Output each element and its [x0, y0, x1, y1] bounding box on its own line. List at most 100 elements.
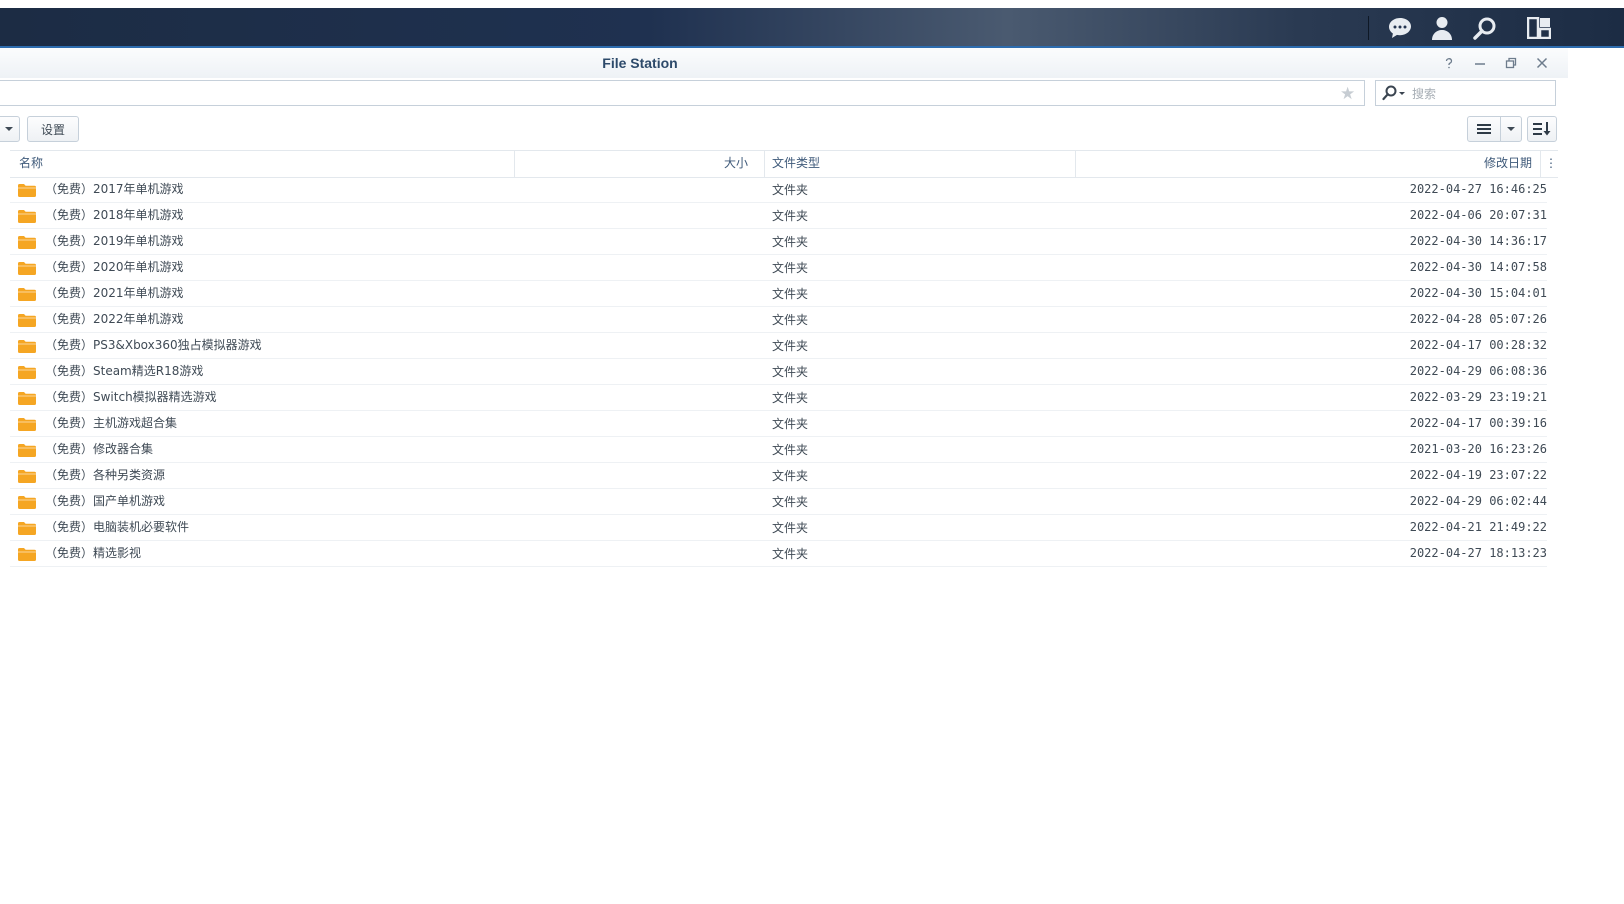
restore-icon[interactable] — [1502, 54, 1520, 72]
search-icon[interactable] — [1472, 15, 1498, 41]
path-bar[interactable] — [0, 80, 1365, 106]
taskbar-divider — [1368, 16, 1369, 40]
view-dropdown-button[interactable] — [1500, 116, 1522, 142]
file-type: 文件夹 — [772, 235, 809, 249]
file-modified: 2022-04-27 16:46:25 — [1409, 182, 1547, 196]
folder-icon — [18, 364, 36, 383]
file-modified: 2022-04-27 18:13:23 — [1409, 546, 1547, 560]
folder-icon — [18, 312, 36, 331]
file-type: 文件夹 — [772, 469, 809, 483]
file-type: 文件夹 — [772, 209, 809, 223]
column-header-size[interactable]: 大小 — [724, 151, 748, 177]
file-name: （免费）2022年单机游戏 — [45, 312, 184, 326]
file-modified: 2022-04-06 20:07:31 — [1409, 208, 1547, 222]
file-name: （免费）2020年单机游戏 — [45, 260, 184, 274]
file-type: 文件夹 — [772, 521, 809, 535]
search-box[interactable] — [1375, 80, 1556, 106]
file-type: 文件夹 — [772, 417, 809, 431]
file-modified: 2022-04-28 05:07:26 — [1409, 312, 1547, 326]
folder-icon — [18, 468, 36, 487]
table-row[interactable]: （免费）精选影视 文件夹 2022-04-27 18:13:23 — [10, 541, 1547, 567]
file-name: （免费）各种另类资源 — [45, 468, 166, 482]
file-modified: 2022-04-17 00:39:16 — [1409, 416, 1547, 430]
file-type: 文件夹 — [772, 495, 809, 509]
file-modified: 2022-04-30 15:04:01 — [1409, 286, 1547, 300]
table-row[interactable]: （免费）Steam精选R18游戏 文件夹 2022-04-29 06:08:36 — [10, 359, 1547, 385]
chat-icon[interactable] — [1387, 15, 1413, 41]
search-input[interactable] — [1410, 83, 1554, 105]
file-type: 文件夹 — [772, 547, 809, 561]
table-row[interactable]: （免费）2020年单机游戏 文件夹 2022-04-30 14:07:58 — [10, 255, 1547, 281]
user-icon[interactable] — [1429, 15, 1455, 41]
table-row[interactable]: （免费）2022年单机游戏 文件夹 2022-04-28 05:07:26 — [10, 307, 1547, 333]
file-name: （免费）PS3&Xbox360独占模拟器游戏 — [45, 338, 262, 352]
file-modified: 2022-04-30 14:36:17 — [1409, 234, 1547, 248]
table-row[interactable]: （免费）国产单机游戏 文件夹 2022-04-29 06:02:44 — [10, 489, 1547, 515]
favorite-star-icon[interactable]: ★ — [1340, 84, 1355, 104]
help-icon[interactable] — [1440, 54, 1458, 72]
table-row[interactable]: （免费）修改器合集 文件夹 2021-03-20 16:23:26 — [10, 437, 1547, 463]
file-type: 文件夹 — [772, 339, 809, 353]
folder-icon — [18, 286, 36, 305]
table-row[interactable]: （免费）2017年单机游戏 文件夹 2022-04-27 16:46:25 — [10, 177, 1547, 203]
file-modified: 2022-04-21 21:49:22 — [1409, 520, 1547, 534]
file-modified: 2022-04-29 06:02:44 — [1409, 494, 1547, 508]
sort-icon — [1533, 122, 1551, 136]
table-row[interactable]: （免费）电脑装机必要软件 文件夹 2022-04-21 21:49:22 — [10, 515, 1547, 541]
file-name: （免费）Switch模拟器精选游戏 — [45, 390, 217, 404]
minimize-icon[interactable] — [1471, 54, 1489, 72]
table-row[interactable]: （免费）2018年单机游戏 文件夹 2022-04-06 20:07:31 — [10, 203, 1547, 229]
table-row[interactable]: （免费）PS3&Xbox360独占模拟器游戏 文件夹 2022-04-17 00:2… — [10, 333, 1547, 359]
close-icon[interactable] — [1533, 54, 1551, 72]
folder-icon — [18, 182, 36, 201]
table-row[interactable]: （免费）各种另类资源 文件夹 2022-04-19 23:07:22 — [10, 463, 1547, 489]
file-type: 文件夹 — [772, 391, 809, 405]
folder-icon — [18, 520, 36, 539]
column-divider[interactable] — [1075, 151, 1076, 177]
folder-icon — [18, 416, 36, 435]
file-type: 文件夹 — [772, 261, 809, 275]
column-menu-icon[interactable]: ⋮ — [1545, 151, 1557, 177]
file-name: （免费）国产单机游戏 — [45, 494, 166, 508]
column-header-type[interactable]: 文件类型 — [772, 151, 820, 177]
file-name: （免费）Steam精选R18游戏 — [45, 364, 204, 378]
file-type: 文件夹 — [772, 287, 809, 301]
search-options-icon[interactable] — [1382, 85, 1406, 101]
file-name: （免费）主机游戏超合集 — [45, 416, 178, 430]
file-modified: 2022-03-29 23:19:21 — [1409, 390, 1547, 404]
window-titlebar[interactable]: File Station — [0, 48, 1568, 78]
file-type: 文件夹 — [772, 183, 809, 197]
settings-button[interactable]: 设置 — [27, 116, 79, 142]
table-row[interactable]: （免费）主机游戏超合集 文件夹 2022-04-17 00:39:16 — [10, 411, 1547, 437]
folder-icon — [18, 546, 36, 565]
file-modified: 2021-03-20 16:23:26 — [1409, 442, 1547, 456]
file-name: （免费）精选影视 — [45, 546, 142, 560]
chevron-down-icon — [1507, 127, 1515, 131]
file-type: 文件夹 — [772, 365, 809, 379]
list-view-button[interactable] — [1467, 116, 1501, 142]
column-divider[interactable] — [1540, 151, 1541, 177]
action-dropdown-button[interactable] — [0, 116, 20, 142]
column-header-name[interactable]: 名称 — [19, 151, 43, 177]
folder-icon — [18, 260, 36, 279]
sort-button[interactable] — [1527, 116, 1557, 142]
file-name: （免费）2019年单机游戏 — [45, 234, 184, 248]
file-list: （免费）2017年单机游戏 文件夹 2022-04-27 16:46:25 （免费）… — [10, 177, 1547, 567]
file-modified: 2022-04-17 00:28:32 — [1409, 338, 1547, 352]
folder-icon — [18, 390, 36, 409]
desktop-taskbar — [0, 8, 1624, 48]
column-divider[interactable] — [764, 151, 765, 177]
window-title: File Station — [602, 55, 678, 71]
file-name: （免费）电脑装机必要软件 — [45, 520, 190, 534]
table-row[interactable]: （免费）Switch模拟器精选游戏 文件夹 2022-03-29 23:19:21 — [10, 385, 1547, 411]
file-name: （免费）2017年单机游戏 — [45, 182, 184, 196]
folder-icon — [18, 442, 36, 461]
column-header-modified[interactable]: 修改日期 — [1484, 151, 1532, 177]
table-row[interactable]: （免费）2021年单机游戏 文件夹 2022-04-30 15:04:01 — [10, 281, 1547, 307]
chevron-down-icon — [5, 127, 13, 131]
folder-icon — [18, 208, 36, 227]
table-row[interactable]: （免费）2019年单机游戏 文件夹 2022-04-30 14:36:17 — [10, 229, 1547, 255]
column-divider[interactable] — [514, 151, 515, 177]
file-modified: 2022-04-30 14:07:58 — [1409, 260, 1547, 274]
widgets-icon[interactable] — [1526, 15, 1552, 41]
